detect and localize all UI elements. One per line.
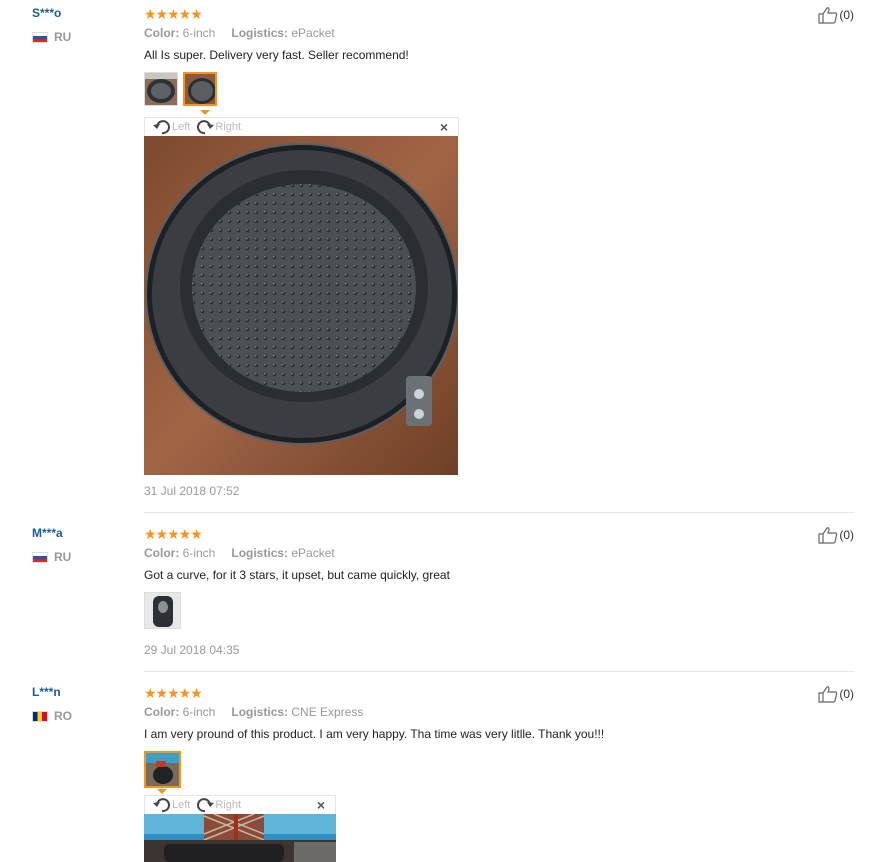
review-thumbnail-active[interactable] (144, 751, 181, 788)
review-photo (144, 136, 458, 475)
logistics-label: Logistics: (231, 705, 289, 719)
rotate-left-icon (153, 120, 170, 135)
color-label: Color: (144, 705, 180, 719)
review-date: 29 Jul 2018 04:35 (144, 643, 240, 657)
review-text: Got a curve, for it 3 stars, it upset, b… (144, 568, 450, 582)
logistics-value: ePacket (291, 546, 335, 560)
review-text: I am very pround of this product. I am v… (144, 727, 605, 741)
rotate-right-label: Right (215, 799, 242, 811)
rotate-left-button[interactable]: Left (153, 797, 190, 813)
image-viewer-toolbar: Left Right × (144, 795, 336, 815)
color-value: 6-inch (182, 705, 216, 719)
review-text: All Is super. Delivery very fast. Seller… (144, 48, 409, 62)
logistics-label: Logistics: (231, 546, 289, 560)
flag-ru-icon (32, 551, 48, 563)
star-rating: ★★★★★ (144, 6, 203, 22)
thumbs-up-icon (818, 7, 838, 24)
rotate-right-button[interactable]: Right (196, 797, 241, 813)
review-photo (144, 814, 336, 862)
thumbnail-caret (200, 110, 210, 115)
like-button[interactable]: (0) (818, 526, 854, 544)
color-label: Color: (144, 546, 180, 560)
reviewer-country: RU (32, 550, 71, 564)
review-meta: Color: 6-inch Logistics: ePacket (144, 546, 335, 560)
rotate-right-button[interactable]: Right (196, 119, 241, 135)
reviewer-name[interactable]: M***a (32, 526, 63, 540)
review-date: 31 Jul 2018 07:52 (144, 484, 240, 498)
rotate-left-label: Left (172, 121, 191, 133)
close-icon[interactable]: × (440, 118, 448, 136)
like-count: (0) (839, 8, 854, 22)
like-count: (0) (839, 528, 854, 542)
flag-ru-icon (32, 31, 48, 43)
reviewer-country: RO (32, 709, 72, 723)
review-thumbnails (144, 592, 181, 629)
rotate-right-label: Right (215, 121, 242, 133)
reviewer-country: RU (32, 30, 71, 44)
logistics-label: Logistics: (231, 26, 289, 40)
review-meta: Color: 6-inch Logistics: ePacket (144, 26, 335, 40)
review-thumbnail[interactable] (144, 72, 178, 106)
color-label: Color: (144, 26, 180, 40)
thumbs-up-icon (818, 527, 838, 544)
divider (144, 671, 854, 672)
review-thumbnail-active[interactable] (183, 72, 217, 106)
close-icon[interactable]: × (317, 796, 325, 814)
review-thumbnail[interactable] (144, 592, 181, 629)
rotate-right-icon (197, 120, 215, 135)
rotate-left-button[interactable]: Left (153, 119, 190, 135)
rotate-left-icon (153, 798, 170, 813)
country-code: RO (54, 709, 72, 723)
like-button[interactable]: (0) (818, 685, 854, 703)
image-viewer-toolbar: Left Right × (144, 117, 459, 137)
rotate-left-label: Left (172, 799, 191, 811)
like-count: (0) (839, 687, 854, 701)
rotate-right-icon (197, 798, 215, 813)
logistics-value: CNE Express (291, 705, 364, 719)
thumbs-up-icon (818, 686, 838, 703)
thumbnail-caret (157, 789, 167, 794)
country-code: RU (54, 30, 72, 44)
flag-ro-icon (32, 710, 48, 722)
review-thumbnails (144, 751, 181, 788)
review-thumbnails (144, 72, 217, 106)
star-rating: ★★★★★ (144, 526, 203, 542)
reviewer-name[interactable]: S***o (32, 6, 61, 20)
like-button[interactable]: (0) (818, 6, 854, 24)
color-value: 6-inch (182, 26, 216, 40)
country-code: RU (54, 550, 72, 564)
star-rating: ★★★★★ (144, 685, 203, 701)
reviewer-name[interactable]: L***n (32, 685, 61, 699)
divider (144, 512, 854, 513)
review-meta: Color: 6-inch Logistics: CNE Express (144, 705, 363, 719)
color-value: 6-inch (182, 546, 216, 560)
logistics-value: ePacket (291, 26, 335, 40)
